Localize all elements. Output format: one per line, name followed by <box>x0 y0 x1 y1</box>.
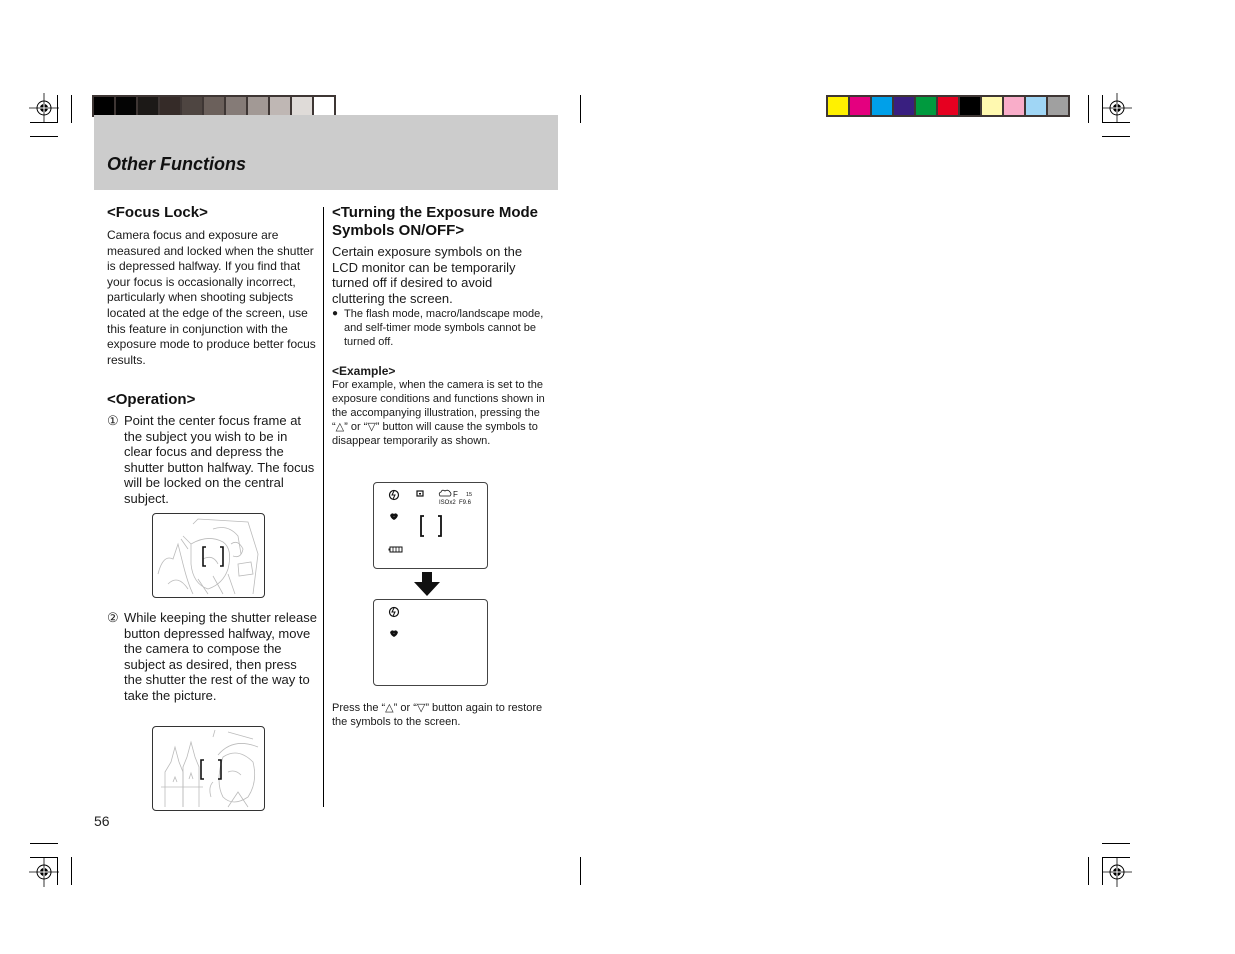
spot-metering-icon <box>416 490 424 497</box>
operation-step: ② While keeping the shutter release butt… <box>107 610 317 704</box>
crop-mark <box>1102 122 1130 123</box>
color-swatch <box>960 97 980 115</box>
crop-mark <box>1088 857 1089 885</box>
section-header-band: Other Functions <box>94 115 558 190</box>
fold-mark <box>580 95 581 123</box>
exposure-symbols-heading: <Turning the Exposure Mode Symbols ON/OF… <box>332 204 538 239</box>
grayscale-color-bar <box>92 95 336 117</box>
section-title: Other Functions <box>107 154 246 174</box>
color-swatch <box>938 97 958 115</box>
restore-note: Press the “△” or “▽” button again to res… <box>332 702 543 728</box>
step-number: ① <box>107 413 119 428</box>
crop-mark <box>71 95 72 123</box>
focus-lock-heading: <Focus Lock> <box>107 204 208 221</box>
color-swatch <box>292 97 312 115</box>
iso-readout: ISOx2 <box>439 500 456 506</box>
example-heading: <Example> <box>332 364 396 379</box>
operation-heading: <Operation> <box>107 391 196 408</box>
color-swatch <box>314 97 334 115</box>
crop-mark <box>30 136 58 137</box>
crop-mark <box>1088 95 1089 123</box>
crop-mark <box>30 122 58 123</box>
operation-step-2: ② While keeping the shutter release butt… <box>107 610 317 704</box>
color-swatch <box>248 97 268 115</box>
macro-icon <box>390 630 398 637</box>
color-swatch <box>1048 97 1068 115</box>
flash-auto-icon <box>388 489 400 501</box>
crop-mark <box>57 95 58 123</box>
flash-auto-icon <box>388 606 400 618</box>
lcd-monitor-after <box>373 599 488 686</box>
step-text: While keeping the shutter release button… <box>124 610 317 703</box>
aperture-readout: F9.6 <box>459 500 472 506</box>
color-swatch <box>828 97 848 115</box>
cartoon-scene-image <box>161 729 259 808</box>
lcd-monitor-before: F 15 ISOx2 F9.6 <box>373 482 488 569</box>
color-swatch <box>1004 97 1024 115</box>
focus-frame <box>420 515 442 537</box>
arrow-down-icon <box>414 572 440 596</box>
crop-mark <box>30 843 58 844</box>
note-bullet: ● The flash mode, macro/landscape mode, … <box>332 307 547 349</box>
color-swatch <box>182 97 202 115</box>
focus-lock-illustration-centered <box>152 513 265 598</box>
color-swatch <box>1026 97 1046 115</box>
registration-mark-icon <box>29 93 59 123</box>
column-divider <box>323 207 324 807</box>
bullet-icon: ● <box>332 308 339 320</box>
wb-label: F <box>453 490 458 499</box>
crop-mark <box>1102 857 1103 885</box>
focus-lock-section: <Focus Lock> Camera focus and exposure a… <box>107 204 317 368</box>
page-number: 56 <box>94 813 110 829</box>
crop-mark <box>71 857 72 885</box>
color-swatch <box>270 97 290 115</box>
focus-lock-illustration-recomposed <box>152 726 265 811</box>
color-swatch <box>894 97 914 115</box>
crop-mark <box>1102 136 1130 137</box>
color-swatch <box>872 97 892 115</box>
cartoon-scene-image <box>157 518 259 595</box>
shutter-speed-readout: 15 <box>466 492 472 498</box>
bullet-text: The flash mode, macro/landscape mode, an… <box>344 308 544 349</box>
exposure-symbols-intro: Certain exposure symbols on the LCD moni… <box>332 244 523 306</box>
color-swatch <box>160 97 180 115</box>
crop-mark <box>1102 843 1130 844</box>
color-swatch <box>138 97 158 115</box>
registration-mark-icon <box>1102 93 1132 123</box>
operation-step: ① Point the center focus frame at the su… <box>107 413 317 507</box>
color-swatch <box>94 97 114 115</box>
crop-mark <box>1102 95 1103 123</box>
fold-mark <box>580 857 581 885</box>
focus-lock-body: Camera focus and exposure are measured a… <box>107 228 316 367</box>
operation-section: <Operation> ① Point the center focus fra… <box>107 391 317 507</box>
color-swatch <box>226 97 246 115</box>
crop-mark <box>30 857 58 858</box>
color-swatch <box>982 97 1002 115</box>
registration-mark-icon <box>1102 857 1132 887</box>
step-number: ② <box>107 610 119 625</box>
exposure-symbols-section: <Turning the Exposure Mode Symbols ON/OF… <box>332 204 547 448</box>
step-text: Point the center focus frame at the subj… <box>124 413 315 506</box>
color-swatch <box>204 97 224 115</box>
crop-mark <box>1102 857 1130 858</box>
cloudy-white-balance-icon <box>438 489 452 497</box>
color-swatch <box>850 97 870 115</box>
color-swatch <box>916 97 936 115</box>
example-body: For example, when the camera is set to t… <box>332 379 545 448</box>
cmyk-color-bar <box>826 95 1070 117</box>
battery-icon <box>388 546 403 553</box>
crop-mark <box>57 857 58 885</box>
color-swatch <box>116 97 136 115</box>
registration-mark-icon <box>29 857 59 887</box>
macro-icon <box>390 513 398 520</box>
